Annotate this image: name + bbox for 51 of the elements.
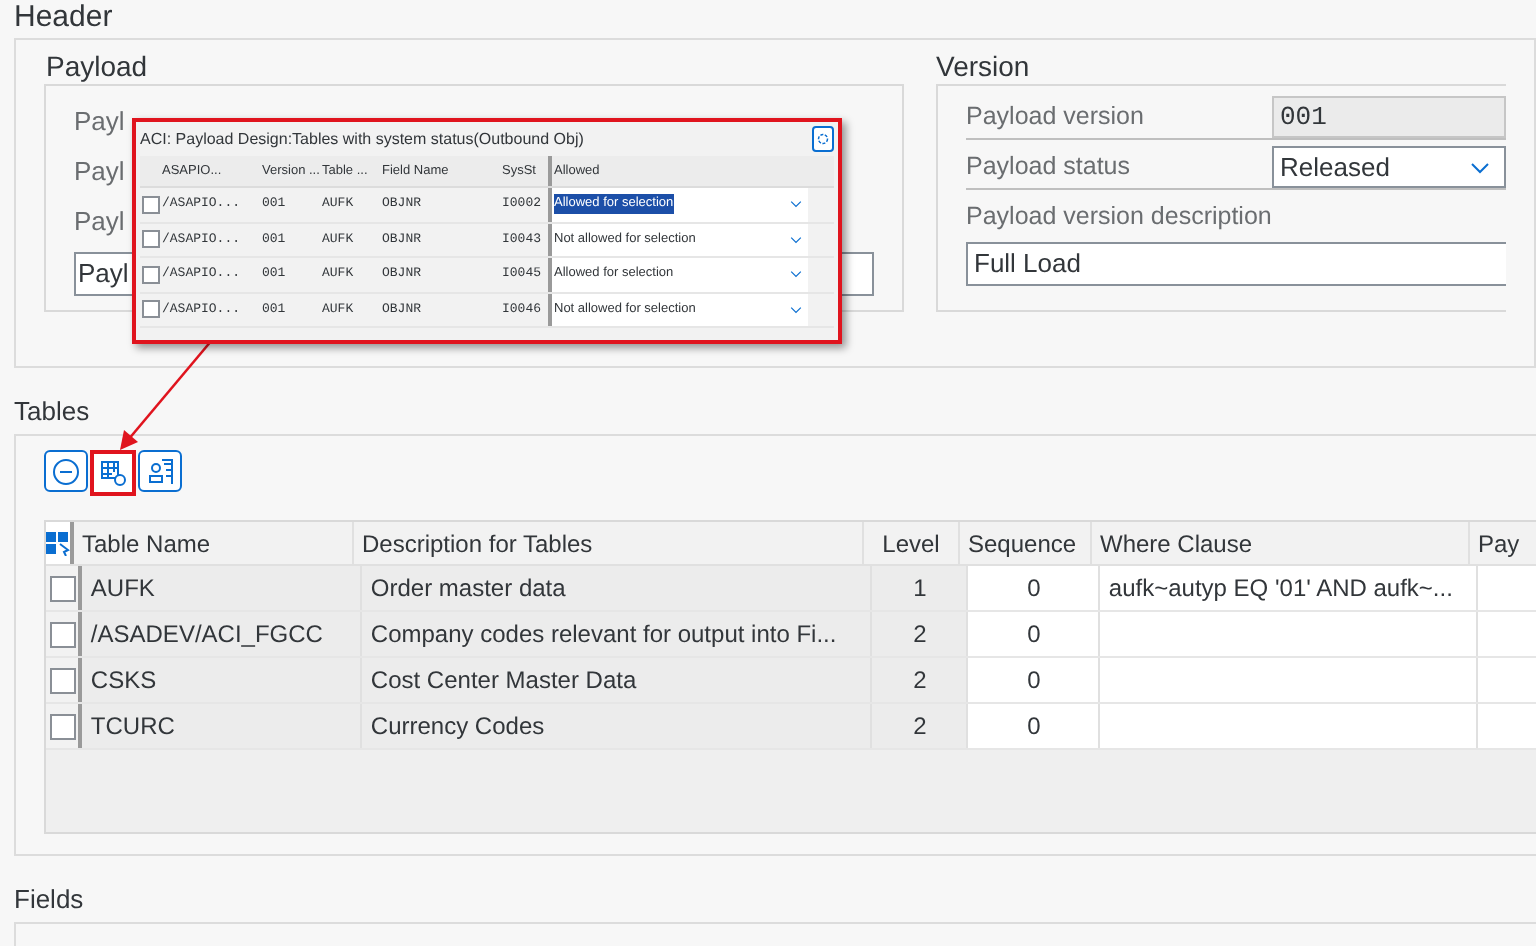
field-label: Payl: [74, 103, 125, 140]
column-header: Table Name: [74, 522, 354, 564]
chevron-down-icon: [790, 270, 802, 279]
remove-button[interactable]: [44, 450, 88, 492]
dialog-title: ACI: Payload Design:Tables with system status(Outbound Obj): [140, 127, 584, 151]
table-cell[interactable]: 0: [968, 658, 1101, 702]
checkbox[interactable]: [49, 575, 76, 601]
chevron-down-icon: [790, 305, 802, 314]
column-header: Level: [864, 522, 960, 564]
group-title: Payload: [46, 48, 150, 84]
checkbox[interactable]: [141, 195, 159, 214]
checkbox[interactable]: [49, 621, 76, 647]
table-cell[interactable]: aufk~autyp EQ '01' AND aufk~...: [1100, 566, 1479, 610]
section-title: Tables: [14, 396, 92, 428]
chevron-down-icon: [790, 200, 802, 209]
table-settings-button[interactable]: [90, 450, 136, 496]
group-title: Version: [936, 48, 1032, 84]
row-selector[interactable]: [46, 566, 83, 610]
field-label: Payload status: [966, 150, 1132, 185]
column-header: Where Clause: [1092, 522, 1470, 564]
input-field[interactable]: Full Load: [966, 242, 1506, 286]
checkbox[interactable]: [49, 713, 76, 739]
column-header: Description for Tables: [354, 522, 864, 564]
chevron-down-icon: [790, 235, 802, 244]
row-selector[interactable]: [46, 612, 83, 656]
readonly-field: 001: [1272, 96, 1506, 138]
column-header: Pay: [1470, 522, 1536, 564]
grid-gear-icon: [99, 459, 127, 487]
table-cell[interactable]: 0: [968, 566, 1101, 610]
field-label: Payl: [74, 203, 125, 240]
table-cell[interactable]: 0: [968, 704, 1101, 748]
settings-icon[interactable]: [812, 126, 834, 152]
section-title: Header: [14, 2, 115, 34]
minus-circle-icon: [52, 457, 80, 485]
row-selector[interactable]: [46, 704, 83, 748]
field-label: Payload version: [966, 100, 1146, 135]
section-title: Fields: [14, 884, 86, 916]
checkbox[interactable]: [141, 265, 159, 284]
table-cell[interactable]: 0: [968, 612, 1101, 656]
field-label: Payl: [74, 153, 125, 190]
status-dropdown[interactable]: Released: [1272, 146, 1506, 188]
select-all-icon[interactable]: [46, 531, 70, 555]
chevron-down-icon: [1470, 161, 1490, 173]
row-selector[interactable]: [46, 658, 83, 702]
checkbox[interactable]: [141, 300, 159, 319]
hierarchy-button[interactable]: [138, 450, 182, 492]
field-label: Payload version description: [966, 200, 1274, 234]
person-list-icon: [146, 457, 174, 485]
column-header: Sequence: [960, 522, 1092, 564]
checkbox[interactable]: [141, 230, 159, 249]
checkbox[interactable]: [49, 667, 76, 693]
